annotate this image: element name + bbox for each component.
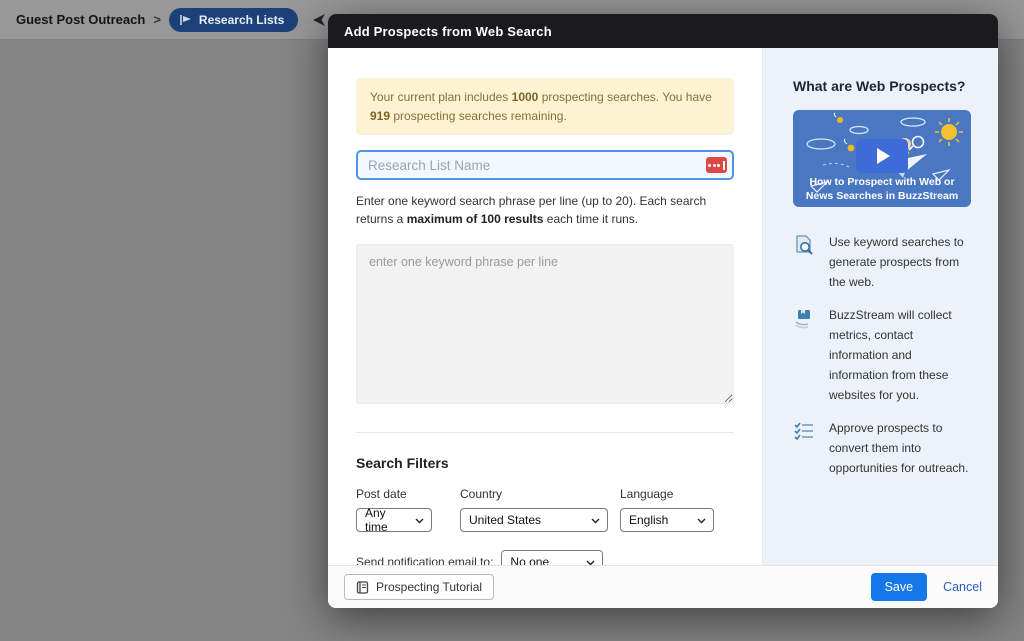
post-date-value: Any time: [365, 506, 407, 534]
notice-text: prospecting searches remaining.: [390, 109, 567, 123]
chevron-down-icon: [697, 513, 706, 527]
footer-actions: Save Cancel: [871, 573, 982, 601]
post-date-select[interactable]: Any time: [356, 508, 432, 532]
save-button[interactable]: Save: [871, 573, 928, 601]
section-divider: [356, 432, 734, 433]
modal-body: Your current plan includes 1000 prospect…: [328, 48, 998, 565]
notice-plan-total: 1000: [512, 90, 539, 104]
list-item: BuzzStream will collect metrics, contact…: [793, 306, 971, 405]
modal-title: Add Prospects from Web Search: [328, 14, 998, 48]
info-sidebar: What are Web Prospects?: [762, 48, 998, 565]
add-prospects-modal: Add Prospects from Web Search Your curre…: [328, 14, 998, 608]
list-item: Approve prospects to convert them into o…: [793, 419, 971, 478]
plan-usage-notice: Your current plan includes 1000 prospect…: [356, 78, 734, 135]
tutorial-video-thumbnail[interactable]: How to Prospect with Web or News Searche…: [793, 110, 971, 207]
language-label: Language: [620, 487, 714, 501]
breadcrumb-separator: >: [153, 12, 161, 27]
play-button[interactable]: [856, 139, 908, 173]
video-caption: How to Prospect with Web or News Searche…: [793, 175, 971, 203]
document-search-icon: [793, 233, 815, 292]
bullet-text: Approve prospects to convert them into o…: [829, 419, 971, 478]
bullet-text: Use keyword searches to generate prospec…: [829, 233, 971, 292]
language-value: English: [629, 513, 668, 527]
checklist-icon: [793, 419, 815, 478]
post-date-label: Post date: [356, 487, 432, 501]
prospecting-tutorial-label: Prospecting Tutorial: [376, 580, 482, 594]
keyword-helper-text: Enter one keyword search phrase per line…: [356, 192, 734, 228]
keyword-phrases-textarea[interactable]: [356, 244, 734, 404]
notice-remaining-count: 919: [370, 109, 390, 123]
list-item: Use keyword searches to generate prospec…: [793, 233, 971, 292]
chevron-down-icon: [591, 513, 600, 527]
search-filters-heading: Search Filters: [356, 455, 734, 471]
cancel-button[interactable]: Cancel: [943, 580, 982, 594]
send-icon: [312, 13, 326, 27]
book-icon: [356, 581, 369, 594]
notice-text: Your current plan includes: [370, 90, 512, 104]
sidebar-heading: What are Web Prospects?: [793, 78, 971, 94]
tab-research-lists[interactable]: Research Lists: [169, 8, 298, 32]
breadcrumb-root[interactable]: Guest Post Outreach: [16, 12, 145, 27]
language-select[interactable]: English: [620, 508, 714, 532]
password-manager-extension-icon[interactable]: [706, 157, 727, 173]
research-list-name-input[interactable]: [356, 150, 734, 180]
chevron-down-icon: [415, 513, 424, 527]
prospect-form: Your current plan includes 1000 prospect…: [328, 48, 762, 565]
country-value: United States: [469, 513, 541, 527]
flag-icon: [179, 14, 193, 26]
country-select[interactable]: United States: [460, 508, 608, 532]
prospecting-tutorial-button[interactable]: Prospecting Tutorial: [344, 574, 494, 600]
filters-row: Post date Any time Country United States…: [356, 487, 734, 532]
collect-metrics-icon: [793, 306, 815, 405]
tab-research-lists-label: Research Lists: [199, 13, 284, 27]
list-name-field-wrap: [356, 150, 734, 180]
modal-footer: Prospecting Tutorial Save Cancel: [328, 565, 998, 608]
notice-text: prospecting searches. You have: [538, 90, 711, 104]
country-label: Country: [460, 487, 608, 501]
bullet-text: BuzzStream will collect metrics, contact…: [829, 306, 971, 405]
